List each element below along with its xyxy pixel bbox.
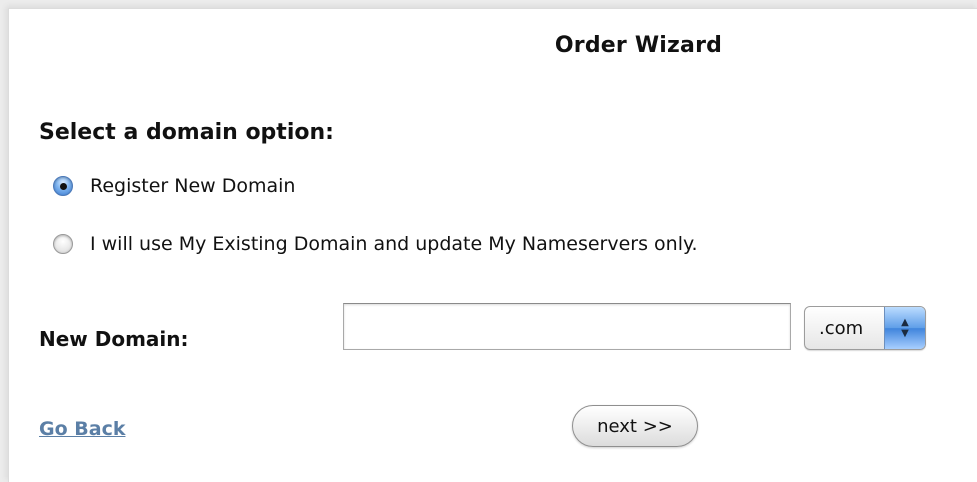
radio-register-new-domain[interactable]: Register New Domain bbox=[53, 175, 295, 197]
up-down-arrows-icon[interactable]: ▲ ▼ bbox=[884, 307, 925, 349]
new-domain-input[interactable] bbox=[343, 303, 791, 350]
next-button[interactable]: next >> bbox=[572, 405, 698, 447]
go-back-link[interactable]: Go Back bbox=[39, 418, 125, 440]
tld-select[interactable]: .com ▲ ▼ bbox=[804, 306, 926, 350]
tld-selected-value: .com bbox=[819, 318, 864, 339]
domain-option-heading: Select a domain option: bbox=[39, 120, 334, 145]
new-domain-label: New Domain: bbox=[39, 327, 189, 351]
radio-existing-domain-label[interactable]: I will use My Existing Domain and update… bbox=[90, 233, 698, 255]
page-title: Order Wizard bbox=[554, 33, 723, 58]
order-wizard-panel: Order Wizard Select a domain option: Reg… bbox=[8, 8, 977, 482]
radio-register-new-domain-label[interactable]: Register New Domain bbox=[90, 175, 295, 197]
radio-existing-domain[interactable]: I will use My Existing Domain and update… bbox=[53, 233, 698, 255]
radio-selected-icon[interactable] bbox=[53, 176, 73, 196]
radio-unselected-icon[interactable] bbox=[53, 234, 73, 254]
